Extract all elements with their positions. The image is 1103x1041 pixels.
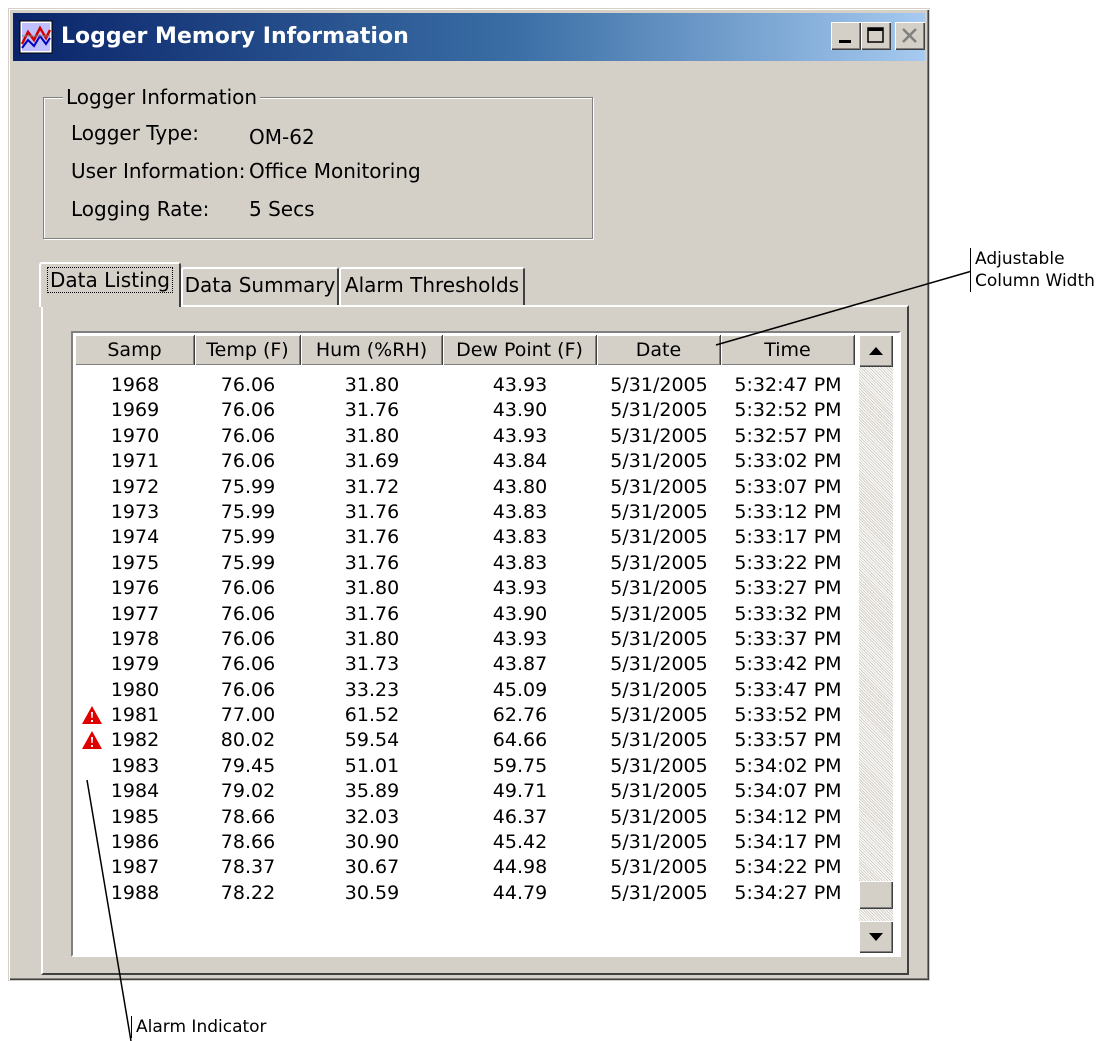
tab-data-listing[interactable]: Data Listing bbox=[39, 262, 181, 307]
tab-data-listing-label: Data Listing bbox=[47, 267, 173, 293]
adjustable-column-width-callout: Adjustable Column Width bbox=[970, 248, 1095, 292]
alarm-indicator-callout-line bbox=[86, 779, 132, 1041]
alarm-indicator-callout: Alarm Indicator bbox=[131, 1016, 267, 1038]
callout-line-1: Adjustable bbox=[975, 249, 1065, 269]
callout-line-2: Column Width bbox=[975, 271, 1095, 291]
callout-lines bbox=[86, 270, 973, 1041]
alarm-indicator-callout-text: Alarm Indicator bbox=[136, 1017, 267, 1037]
column-width-callout-line bbox=[715, 270, 973, 346]
